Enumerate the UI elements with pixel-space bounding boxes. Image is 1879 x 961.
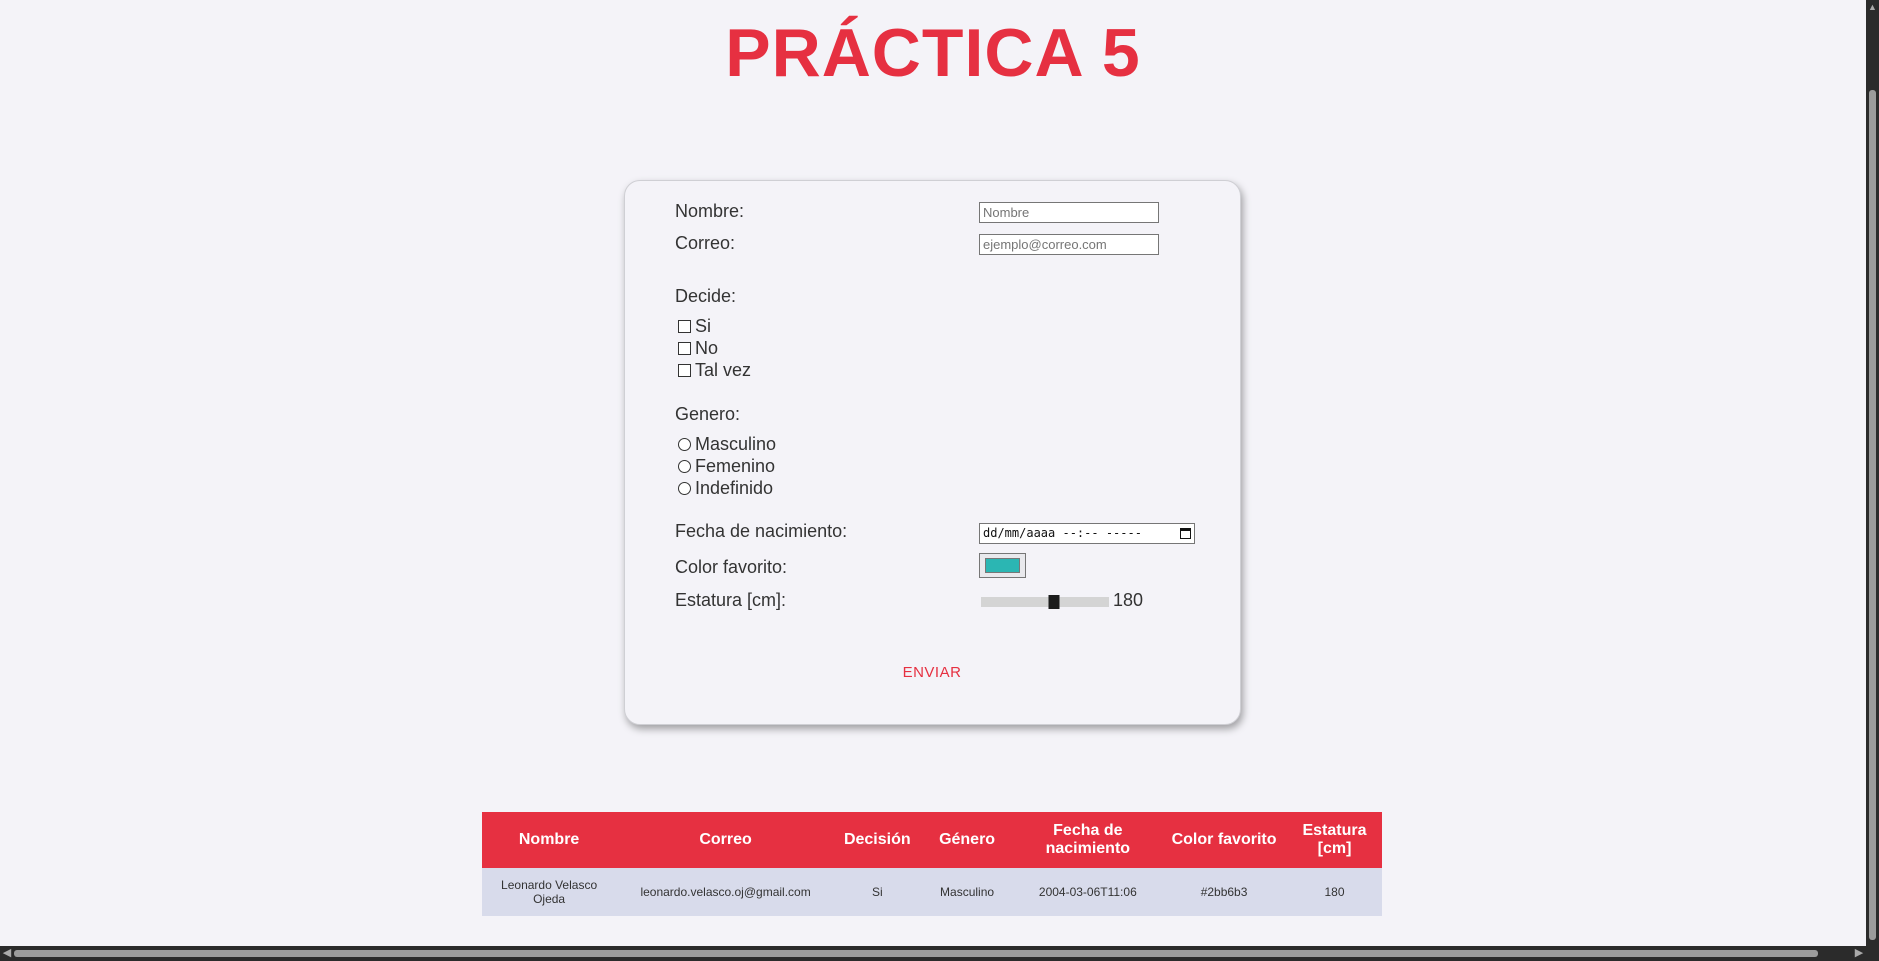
genero-label: Genero: (675, 404, 741, 424)
column-header: Nombre (482, 812, 617, 868)
column-header: Fecha de nacimiento (1014, 812, 1162, 868)
column-header: Género (919, 812, 1015, 868)
page: PRÁCTICA 5 Nombre: Correo: Decide: Si No… (0, 0, 1866, 946)
table-cell: Si (834, 868, 920, 916)
radio-femenino[interactable] (678, 459, 691, 473)
table-row: Leonardo Velasco Ojeda leonardo.velasco.… (482, 868, 1382, 916)
fecha-value: dd/mm/aaaa --:-- ----- (983, 526, 1142, 540)
table-cell: 2004-03-06T11:06 (1014, 868, 1162, 916)
calendar-icon[interactable] (1180, 528, 1191, 539)
table-cell: Masculino (919, 868, 1015, 916)
genero-option-masculino[interactable]: Masculino (678, 434, 776, 454)
checkbox-tal-vez[interactable] (678, 363, 691, 377)
estatura-value: 180 (1113, 590, 1144, 610)
color-favorito-input[interactable] (979, 553, 1026, 578)
fecha-label: Fecha de nacimiento: (675, 521, 848, 541)
color-label: Color favorito: (675, 557, 788, 577)
nombre-input[interactable] (979, 202, 1159, 223)
decide-option-no[interactable]: No (678, 338, 718, 358)
checkbox-no[interactable] (678, 341, 691, 355)
correo-input[interactable] (979, 234, 1159, 255)
horizontal-scrollbar[interactable]: ◀ ▶ (0, 946, 1866, 961)
estatura-label: Estatura [cm]: (675, 590, 787, 610)
genero-option-femenino[interactable]: Femenino (678, 456, 775, 476)
table-cell: Leonardo Velasco Ojeda (482, 868, 617, 916)
scroll-up-icon[interactable]: ▲ (1866, 0, 1879, 14)
scroll-left-icon[interactable]: ◀ (0, 946, 14, 961)
table-cell: #2bb6b3 (1161, 868, 1287, 916)
genero-option-label: Indefinido (695, 477, 774, 498)
decide-option-label: No (695, 337, 719, 358)
genero-option-label: Femenino (695, 455, 776, 476)
checkbox-si[interactable] (678, 319, 691, 333)
column-header: Estatura [cm] (1287, 812, 1382, 868)
table-header-row: Nombre Correo Decisión Género Fecha de n… (482, 812, 1382, 868)
vertical-scrollbar[interactable]: ▲ (1866, 0, 1879, 961)
decide-option-label: Tal vez (695, 359, 752, 380)
column-header: Decisión (834, 812, 920, 868)
color-swatch (985, 558, 1020, 573)
scroll-right-icon[interactable]: ▶ (1852, 946, 1866, 961)
enviar-button[interactable]: ENVIAR (882, 663, 982, 682)
decide-option-tal-vez[interactable]: Tal vez (678, 360, 751, 380)
decide-label: Decide: (675, 286, 737, 306)
table-cell: leonardo.velasco.oj@gmail.com (616, 868, 835, 916)
table-cell: 180 (1287, 868, 1382, 916)
scrollbar-thumb[interactable] (1869, 90, 1876, 940)
genero-option-indefinido[interactable]: Indefinido (678, 478, 773, 498)
slider-thumb[interactable] (1048, 595, 1060, 609)
column-header: Color favorito (1161, 812, 1287, 868)
fecha-nacimiento-input[interactable]: dd/mm/aaaa --:-- ----- (979, 523, 1195, 544)
genero-option-label: Masculino (695, 433, 777, 454)
radio-indefinido[interactable] (678, 481, 691, 495)
correo-label: Correo: (675, 233, 736, 253)
decide-option-si[interactable]: Si (678, 316, 711, 336)
column-header: Correo (616, 812, 835, 868)
page-title: PRÁCTICA 5 (725, 15, 1141, 91)
slider-track (981, 597, 1109, 607)
decide-option-label: Si (695, 315, 712, 336)
scrollbar-thumb[interactable] (14, 950, 1818, 957)
estatura-slider[interactable] (981, 595, 1109, 609)
radio-masculino[interactable] (678, 437, 691, 451)
results-table: Nombre Correo Decisión Género Fecha de n… (482, 812, 1382, 916)
registration-form: Nombre: Correo: Decide: Si No Tal vez Ge… (624, 180, 1241, 725)
nombre-label: Nombre: (675, 201, 745, 221)
